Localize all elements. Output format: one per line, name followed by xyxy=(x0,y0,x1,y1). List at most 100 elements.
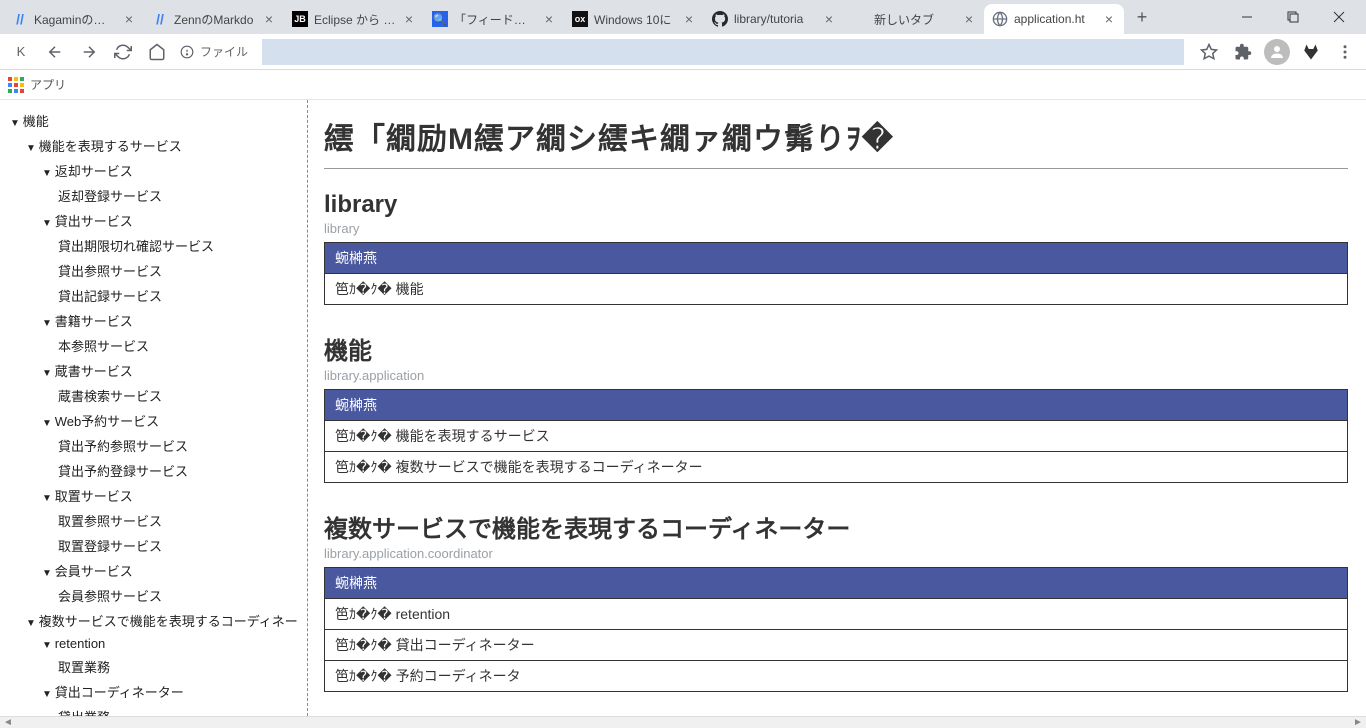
section-heading: 複数サービスで機能を表現するコーディネーター xyxy=(324,509,1348,544)
table-row[interactable]: 笆ｶ�ｸ� 機能を表現するサービス xyxy=(325,421,1348,452)
tree-lend-ref[interactable]: 貸出参照サービス xyxy=(58,258,307,283)
table-row[interactable]: 笆ｶ�ｸ� 貸出コーディネーター xyxy=(325,630,1348,661)
tab-4[interactable]: 🔍 「フィードバックH × xyxy=(424,4,564,34)
tree-web[interactable]: Web予約サービス xyxy=(42,408,307,433)
minimize-button[interactable] xyxy=(1224,0,1270,34)
first-button[interactable]: K xyxy=(6,37,36,67)
scroll-right-icon[interactable]: ► xyxy=(1350,717,1366,728)
tab-title: 新しいタブ xyxy=(874,11,956,28)
close-icon[interactable]: × xyxy=(262,12,276,26)
apps-icon[interactable] xyxy=(8,77,24,93)
new-tab-button[interactable]: + xyxy=(1128,3,1156,31)
table-row[interactable]: 笆ｶ�ｸ� 機能 xyxy=(325,274,1348,305)
table-row[interactable]: 笆ｶ�ｸ� 予約コーディネータ xyxy=(325,661,1348,692)
tree-web-ref[interactable]: 貸出予約参照サービス xyxy=(58,433,307,458)
close-icon[interactable]: × xyxy=(962,12,976,26)
tab-title: library/tutoria xyxy=(734,12,816,26)
close-icon[interactable]: × xyxy=(682,12,696,26)
favicon-icon: // xyxy=(152,11,168,27)
favicon-icon xyxy=(852,11,868,27)
table-row[interactable]: 笆ｶ�ｸ� retention xyxy=(325,599,1348,630)
tree-lend-rec[interactable]: 貸出記録サービス xyxy=(58,283,307,308)
tab-title: application.ht xyxy=(1014,12,1096,26)
tree-retain-ref[interactable]: 取置参照サービス xyxy=(58,508,307,533)
section-heading: library xyxy=(324,191,1348,219)
avatar-icon xyxy=(1264,39,1290,65)
tab-title: ZennのMarkdo xyxy=(174,11,256,28)
tree-lend-coord-biz[interactable]: 貸出業務 xyxy=(58,704,307,716)
tree-stock-search[interactable]: 蔵書検索サービス xyxy=(58,383,307,408)
tab-title: 「フィードバックH xyxy=(454,11,536,28)
apps-label[interactable]: アプリ xyxy=(30,76,66,93)
profile-button[interactable] xyxy=(1262,37,1292,67)
bookmark-bar: アプリ xyxy=(0,70,1366,100)
gitlab-extension-button[interactable] xyxy=(1296,37,1326,67)
scroll-left-icon[interactable]: ◄ xyxy=(0,717,16,728)
tree-web-reg[interactable]: 貸出予約登録サービス xyxy=(58,458,307,483)
section-table: 蜿榊燕 笆ｶ�ｸ� 機能 xyxy=(324,242,1348,305)
package-label: library xyxy=(324,221,1348,236)
file-label: ファイル xyxy=(200,43,248,60)
title-rule xyxy=(324,168,1348,169)
tab-7[interactable]: 新しいタブ × xyxy=(844,4,984,34)
back-button[interactable] xyxy=(40,37,70,67)
tab-1[interactable]: // Kagaminの記事 × xyxy=(4,4,144,34)
tree-book-ref[interactable]: 本参照サービス xyxy=(58,333,307,358)
tree-coordinators[interactable]: 複数サービスで機能を表現するコーディネー xyxy=(26,608,307,633)
tree-services[interactable]: 機能を表現するサービス xyxy=(26,133,307,158)
favicon-icon: ox xyxy=(572,11,588,27)
tab-8[interactable]: application.ht × xyxy=(984,4,1124,34)
horizontal-scrollbar[interactable]: ◄ ► xyxy=(0,716,1366,728)
favicon-icon: 🔍 xyxy=(432,11,448,27)
tree-retain[interactable]: 取置サービス xyxy=(42,483,307,508)
tree-root[interactable]: 機能 xyxy=(10,108,307,133)
table-header: 蜿榊燕 xyxy=(325,390,1348,421)
tree-return-reg[interactable]: 返却登録サービス xyxy=(58,183,307,208)
tab-title: Kagaminの記事 xyxy=(34,11,116,28)
site-info[interactable]: ファイル xyxy=(176,43,252,60)
maximize-button[interactable] xyxy=(1270,0,1316,34)
tab-title: Windows 10に xyxy=(594,11,676,28)
close-window-button[interactable] xyxy=(1316,0,1362,34)
tree-book[interactable]: 書籍サービス xyxy=(42,308,307,333)
address-input[interactable] xyxy=(262,39,1184,65)
forward-button[interactable] xyxy=(74,37,104,67)
window-controls xyxy=(1224,0,1362,34)
close-icon[interactable]: × xyxy=(1102,12,1116,26)
menu-button[interactable] xyxy=(1330,37,1360,67)
tree-lend-overdue[interactable]: 貸出期限切れ確認サービス xyxy=(58,233,307,258)
toolbar: K ファイル xyxy=(0,34,1366,70)
tree-retain-reg[interactable]: 取置登録サービス xyxy=(58,533,307,558)
tab-strip: // Kagaminの記事 × // ZennのMarkdo × JB Ecli… xyxy=(0,0,1366,34)
tree-lend[interactable]: 貸出サービス xyxy=(42,208,307,233)
tree-member[interactable]: 会員サービス xyxy=(42,558,307,583)
home-button[interactable] xyxy=(142,37,172,67)
tree-return[interactable]: 返却サービス xyxy=(42,158,307,183)
tree-lend-coord[interactable]: 貸出コーディネーター xyxy=(42,679,307,704)
tree-retention-biz[interactable]: 取置業務 xyxy=(58,654,307,679)
close-icon[interactable]: × xyxy=(822,12,836,26)
close-icon[interactable]: × xyxy=(122,12,136,26)
tab-2[interactable]: // ZennのMarkdo × xyxy=(144,4,284,34)
tree-stock[interactable]: 蔵書サービス xyxy=(42,358,307,383)
table-row[interactable]: 笆ｶ�ｸ� 複数サービスで機能を表現するコーディネーター xyxy=(325,452,1348,483)
section-heading: 機能 xyxy=(324,331,1348,366)
close-icon[interactable]: × xyxy=(402,12,416,26)
favicon-icon: JB xyxy=(292,11,308,27)
section-table: 蜿榊燕 笆ｶ�ｸ� retention 笆ｶ�ｸ� 貸出コーディネーター 笆ｶ�… xyxy=(324,567,1348,692)
reload-button[interactable] xyxy=(108,37,138,67)
tab-3[interactable]: JB Eclipse から Int × xyxy=(284,4,424,34)
table-header: 蜿榊燕 xyxy=(325,568,1348,599)
tab-6[interactable]: library/tutoria × xyxy=(704,4,844,34)
favicon-icon xyxy=(712,11,728,27)
package-label: library.application.coordinator xyxy=(324,546,1348,561)
close-icon[interactable]: × xyxy=(542,12,556,26)
tree-retention[interactable]: retention xyxy=(42,633,307,654)
tree-member-ref[interactable]: 会員参照サービス xyxy=(58,583,307,608)
page-title: 繧「繝励Μ繧ア繝シ繧キ繝ァ繝ウ髴りｦ� xyxy=(324,114,1348,158)
favicon-icon: // xyxy=(12,11,28,27)
bookmark-star-button[interactable] xyxy=(1194,37,1224,67)
globe-icon xyxy=(992,11,1008,27)
tab-5[interactable]: ox Windows 10に × xyxy=(564,4,704,34)
extensions-button[interactable] xyxy=(1228,37,1258,67)
